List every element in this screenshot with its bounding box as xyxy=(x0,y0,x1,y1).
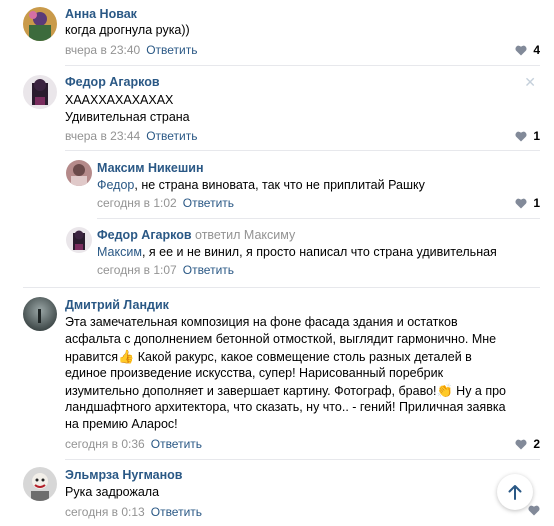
scroll-up-button[interactable] xyxy=(497,474,533,510)
like-button[interactable]: 2 xyxy=(515,437,540,451)
comment-text-part: изумительно дополняет и завершает картин… xyxy=(65,384,437,398)
heart-icon xyxy=(515,439,527,449)
like-button[interactable]: 1 xyxy=(515,129,540,143)
avatar[interactable] xyxy=(23,75,57,109)
heart-icon xyxy=(515,45,527,55)
comment-text-body: , не страна виновата, так что не приплит… xyxy=(134,178,425,192)
divider xyxy=(65,65,540,66)
comment-author: Федор Агарков ответил Максиму xyxy=(97,228,295,242)
avatar[interactable] xyxy=(23,297,57,331)
comment-text: Эта замечательная композиция на фоне фас… xyxy=(65,315,458,329)
comment-text: Удивительная страна xyxy=(65,110,190,124)
mention-link[interactable]: Федор xyxy=(97,178,134,192)
comment-text-body: , я ее и не винил, я просто написал что … xyxy=(141,245,497,259)
comment-meta: сегодня в 0:13 Ответить xyxy=(65,505,202,519)
like-button[interactable]: 4 xyxy=(515,43,540,57)
comment-author[interactable]: Дмитрий Ландик xyxy=(65,298,169,312)
arrow-up-icon xyxy=(508,485,522,500)
comment-text: Федор, не страна виновата, так что не пр… xyxy=(97,177,425,194)
reply-button[interactable]: Ответить xyxy=(146,129,197,143)
reply-button[interactable]: Ответить xyxy=(151,437,202,451)
avatar[interactable] xyxy=(23,467,57,501)
like-button[interactable] xyxy=(528,505,540,516)
comment-text-part: нравится xyxy=(65,350,119,364)
comment-text-part: Какой ракурс, какое совмещение столь раз… xyxy=(134,350,472,364)
thumbs-up-emoji: 👍 xyxy=(118,349,135,364)
divider xyxy=(97,218,540,219)
heart-icon xyxy=(528,505,540,516)
comment-time[interactable]: сегодня в 0:36 xyxy=(65,437,145,451)
comment-author[interactable]: Максим Никешин xyxy=(97,161,204,175)
heart-icon xyxy=(515,131,527,141)
replied-to[interactable]: ответил Максиму xyxy=(195,228,295,242)
comment-text: изумительно дополняет и завершает картин… xyxy=(65,382,506,400)
comment-text: ХААХХАХАХАХАХ xyxy=(65,93,174,107)
heart-icon xyxy=(515,198,527,208)
avatar[interactable] xyxy=(66,227,92,253)
clap-emoji: 👏 xyxy=(436,383,453,398)
divider xyxy=(23,287,540,288)
comment-meta: вчера в 23:44 Ответить xyxy=(65,129,197,143)
comment-time[interactable]: сегодня в 1:07 xyxy=(97,263,177,277)
comment-meta: сегодня в 1:02 Ответить xyxy=(97,196,234,210)
comment-time[interactable]: сегодня в 0:13 xyxy=(65,505,145,519)
comment-author[interactable]: Федор Агарков xyxy=(65,75,160,89)
comment-meta: сегодня в 1:07 Ответить xyxy=(97,263,234,277)
avatar[interactable] xyxy=(66,160,92,186)
reply-button[interactable]: Ответить xyxy=(183,196,234,210)
comment-time[interactable]: сегодня в 1:02 xyxy=(97,196,177,210)
mention-link[interactable]: Максим xyxy=(97,245,142,259)
comment-meta: сегодня в 0:36 Ответить xyxy=(65,437,202,451)
comment-text: Рука задрожала xyxy=(65,485,160,499)
comment-text: нравится👍 Какой ракурс, какое совмещение… xyxy=(65,348,472,366)
divider xyxy=(65,150,540,151)
like-count: 2 xyxy=(533,437,540,451)
comment-author[interactable]: Анна Новак xyxy=(65,7,137,21)
comment-text: Максим, я ее и не винил, я просто написа… xyxy=(97,244,497,261)
comment-text: на премию Аларос! xyxy=(65,417,178,431)
comment-text: ландшафтного архитектора, что сказать, н… xyxy=(65,400,506,414)
reply-button[interactable]: Ответить xyxy=(146,43,197,57)
comment-time[interactable]: вчера в 23:44 xyxy=(65,129,140,143)
divider xyxy=(65,459,540,460)
comment-text: единое произведение искусства, супер! На… xyxy=(65,366,444,380)
avatar[interactable] xyxy=(23,7,57,41)
comment-text: когда дрогнула рука)) xyxy=(65,23,190,37)
comment-text: асфальта с дополнением бетонной отмостко… xyxy=(65,332,497,346)
comment-text-part: Ну а про xyxy=(452,384,507,398)
comment-author[interactable]: Эльмрза Нугманов xyxy=(65,468,183,482)
author-link[interactable]: Федор Агарков xyxy=(97,228,192,242)
comment-meta: вчера в 23:40 Ответить xyxy=(65,43,197,57)
close-icon[interactable]: ✕ xyxy=(524,74,536,91)
like-count: 4 xyxy=(533,43,540,57)
like-count: 1 xyxy=(533,129,540,143)
comment-time[interactable]: вчера в 23:40 xyxy=(65,43,140,57)
like-count: 1 xyxy=(533,196,540,210)
like-button[interactable]: 1 xyxy=(515,196,540,210)
reply-button[interactable]: Ответить xyxy=(183,263,234,277)
reply-button[interactable]: Ответить xyxy=(151,505,202,519)
